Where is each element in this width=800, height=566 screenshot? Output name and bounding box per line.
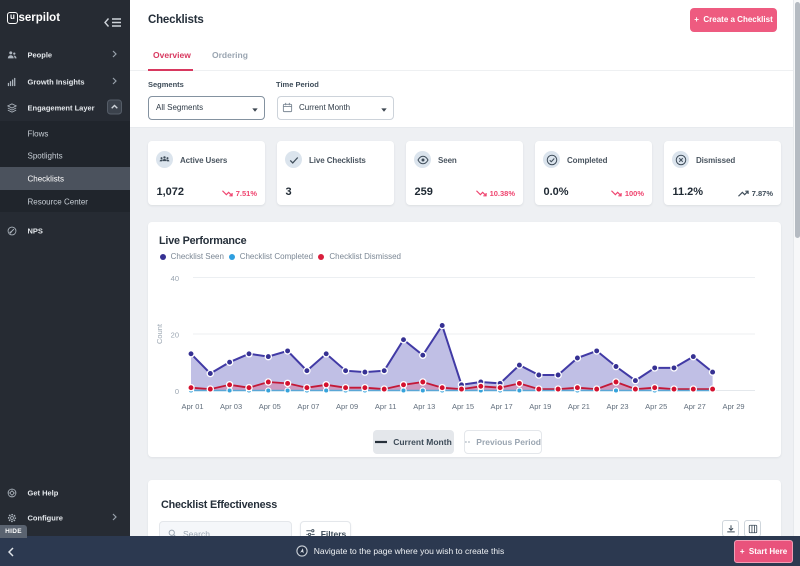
svg-text:Apr 07: Apr 07 [297, 402, 319, 411]
svg-text:Apr 27: Apr 27 [684, 402, 706, 411]
svg-text:Apr 23: Apr 23 [606, 402, 628, 411]
svg-text:Apr 13: Apr 13 [413, 402, 435, 411]
svg-text:Apr 25: Apr 25 [645, 402, 667, 411]
svg-text:Count: Count [155, 323, 164, 344]
svg-text:0: 0 [175, 387, 179, 396]
svg-text:20: 20 [171, 331, 179, 340]
svg-text:Apr 17: Apr 17 [491, 402, 513, 411]
svg-text:Apr 05: Apr 05 [259, 402, 281, 411]
svg-text:Apr 21: Apr 21 [568, 402, 590, 411]
svg-text:Apr 03: Apr 03 [220, 402, 242, 411]
svg-text:Apr 09: Apr 09 [336, 402, 358, 411]
svg-text:Apr 19: Apr 19 [529, 402, 551, 411]
svg-text:Apr 01: Apr 01 [181, 402, 203, 411]
svg-text:Apr 11: Apr 11 [375, 402, 397, 411]
svg-text:Apr 29: Apr 29 [722, 402, 744, 411]
svg-text:Apr 15: Apr 15 [452, 402, 474, 411]
svg-text:40: 40 [171, 274, 179, 283]
